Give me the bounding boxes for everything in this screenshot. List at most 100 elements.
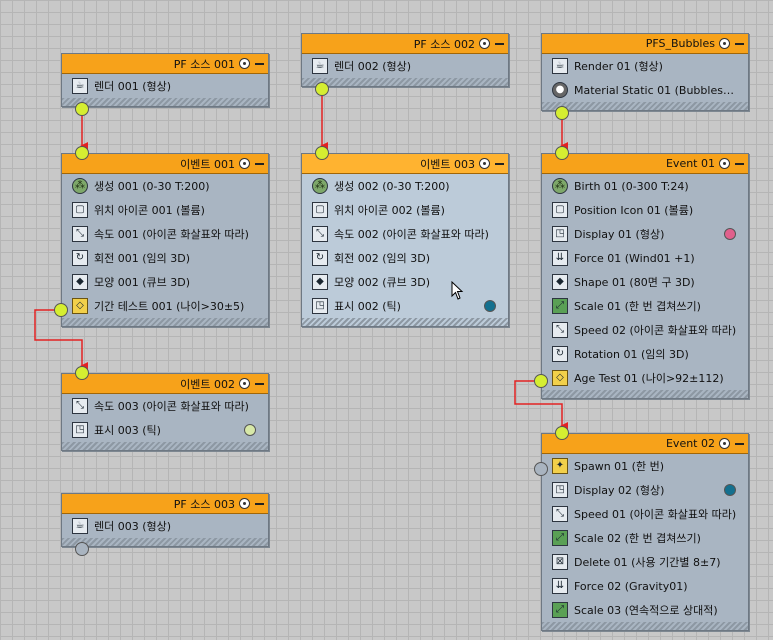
operator-row[interactable]: ◆ Shape 01 (80면 구 3D): [542, 270, 748, 294]
lightbulb-icon[interactable]: [719, 438, 730, 449]
node-header[interactable]: Event 02: [542, 434, 748, 454]
collapse-icon[interactable]: [495, 42, 504, 45]
node-resize-bar[interactable]: [62, 318, 268, 326]
node-event-002[interactable]: 이벤트 002 ⤡ 속도 003 (아이콘 화살표와 따라) ◳ 표시 003 (틱…: [61, 373, 269, 451]
display-color-swatch[interactable]: [724, 228, 736, 240]
lightbulb-icon[interactable]: [719, 38, 730, 49]
operator-label: Speed 01 (아이콘 화살표와 따라): [574, 508, 737, 521]
node-event-02[interactable]: Event 02 ✦ Spawn 01 (한 번) ◳ Display 02 (형상…: [541, 433, 749, 631]
operator-row[interactable]: ⁂ Birth 01 (0-300 T:24): [542, 174, 748, 198]
operator-row[interactable]: ⁂ 생성 002 (0-30 T:200): [302, 174, 508, 198]
lightbulb-icon[interactable]: [239, 58, 250, 69]
node-pfs-bubbles[interactable]: PFS_Bubbles ☕ Render 01 (형상) ● Material …: [541, 33, 749, 111]
input-port[interactable]: [75, 146, 89, 160]
display-color-swatch[interactable]: [484, 300, 496, 312]
input-port[interactable]: [555, 146, 569, 160]
operator-row[interactable]: ☕ 렌더 003 (형상): [62, 514, 268, 538]
operator-label: 렌더 001 (형상): [94, 80, 172, 93]
operator-row[interactable]: ↻ 회전 002 (임의 3D): [302, 246, 508, 270]
operator-row[interactable]: ◆ 모양 001 (큐브 3D): [62, 270, 268, 294]
node-pf-source-001[interactable]: PF 소스 001 ☕ 렌더 001 (형상): [61, 53, 269, 107]
display-color-swatch[interactable]: [724, 484, 736, 496]
collapse-icon[interactable]: [735, 42, 744, 45]
output-port[interactable]: [315, 82, 329, 96]
node-resize-bar[interactable]: [542, 102, 748, 110]
operator-row[interactable]: ⤡ 속도 002 (아이콘 화살표와 따라): [302, 222, 508, 246]
operator-row[interactable]: ◇ 기간 테스트 001 (나이>30±5): [62, 294, 268, 318]
collapse-icon[interactable]: [735, 162, 744, 165]
node-resize-bar[interactable]: [542, 390, 748, 398]
operator-row[interactable]: ↻ Rotation 01 (임의 3D): [542, 342, 748, 366]
node-resize-bar[interactable]: [542, 622, 748, 630]
node-header[interactable]: 이벤트 003: [302, 154, 508, 174]
output-port[interactable]: [555, 106, 569, 120]
operator-row[interactable]: ✦ Spawn 01 (한 번): [542, 454, 748, 478]
operator-row[interactable]: ⊠ Delete 01 (사용 기간별 8±7): [542, 550, 748, 574]
input-port[interactable]: [75, 366, 89, 380]
operator-row[interactable]: ⤢ Scale 03 (연속적으로 상대적): [542, 598, 748, 622]
operator-row[interactable]: ⤡ Speed 01 (아이콘 화살표와 따라): [542, 502, 748, 526]
test-output-port[interactable]: [54, 303, 68, 317]
node-header[interactable]: 이벤트 001: [62, 154, 268, 174]
operator-row[interactable]: ⤢ Scale 01 (한 번 겹쳐쓰기): [542, 294, 748, 318]
operator-row[interactable]: ◳ 표시 002 (틱): [302, 294, 508, 318]
operator-row[interactable]: ⁂ 생성 001 (0-30 T:200): [62, 174, 268, 198]
node-resize-bar[interactable]: [62, 538, 268, 546]
output-port[interactable]: [75, 542, 89, 556]
node-pf-source-003[interactable]: PF 소스 003 ☕ 렌더 003 (형상): [61, 493, 269, 547]
collapse-icon[interactable]: [495, 162, 504, 165]
node-header[interactable]: PF 소스 001: [62, 54, 268, 74]
node-event-003[interactable]: 이벤트 003 ⁂ 생성 002 (0-30 T:200) ▢ 위치 아이콘 002…: [301, 153, 509, 327]
collapse-icon[interactable]: [255, 162, 264, 165]
collapse-icon[interactable]: [255, 382, 264, 385]
node-resize-bar[interactable]: [302, 318, 508, 326]
lightbulb-icon[interactable]: [479, 38, 490, 49]
node-header[interactable]: PF 소스 003: [62, 494, 268, 514]
operator-row[interactable]: ◳ 표시 003 (틱): [62, 418, 268, 442]
operator-row[interactable]: ⤡ 속도 001 (아이콘 화살표와 따라): [62, 222, 268, 246]
operator-row[interactable]: ◆ 모양 002 (큐브 3D): [302, 270, 508, 294]
lightbulb-icon[interactable]: [719, 158, 730, 169]
shape-icon: ◆: [72, 274, 88, 290]
spawn-output-port[interactable]: [534, 462, 548, 476]
operator-row[interactable]: ⤡ 속도 003 (아이콘 화살표와 따라): [62, 394, 268, 418]
operator-row[interactable]: ⇊ Force 02 (Gravity01): [542, 574, 748, 598]
operator-row[interactable]: ☕ Render 01 (형상): [542, 54, 748, 78]
operator-row[interactable]: ◳ Display 01 (형상): [542, 222, 748, 246]
operator-row[interactable]: ⇊ Force 01 (Wind01 +1): [542, 246, 748, 270]
output-port[interactable]: [75, 102, 89, 116]
node-header[interactable]: PF 소스 002: [302, 34, 508, 54]
lightbulb-icon[interactable]: [479, 158, 490, 169]
operator-row[interactable]: ☕ 렌더 002 (형상): [302, 54, 508, 78]
node-event-01[interactable]: Event 01 ⁂ Birth 01 (0-300 T:24) ▢ Positio…: [541, 153, 749, 399]
operator-row[interactable]: ● Material Static 01 (BubblesShad…: [542, 78, 748, 102]
lightbulb-icon[interactable]: [239, 498, 250, 509]
node-header[interactable]: PFS_Bubbles: [542, 34, 748, 54]
display-color-swatch[interactable]: [244, 424, 256, 436]
test-output-port[interactable]: [534, 374, 548, 388]
operator-row[interactable]: ▢ 위치 아이콘 001 (볼륨): [62, 198, 268, 222]
collapse-icon[interactable]: [255, 502, 264, 505]
node-pf-source-002[interactable]: PF 소스 002 ☕ 렌더 002 (형상): [301, 33, 509, 87]
node-event-001[interactable]: 이벤트 001 ⁂ 생성 001 (0-30 T:200) ▢ 위치 아이콘 001…: [61, 153, 269, 327]
operator-row[interactable]: ⤢ Scale 02 (한 번 겹쳐쓰기): [542, 526, 748, 550]
collapse-icon[interactable]: [255, 62, 264, 65]
input-port[interactable]: [555, 426, 569, 440]
input-port[interactable]: [315, 146, 329, 160]
node-resize-bar[interactable]: [62, 98, 268, 106]
lightbulb-icon[interactable]: [239, 378, 250, 389]
node-header[interactable]: 이벤트 002: [62, 374, 268, 394]
node-header[interactable]: Event 01: [542, 154, 748, 174]
operator-row[interactable]: ▢ Position Icon 01 (볼륨): [542, 198, 748, 222]
operator-row[interactable]: ☕ 렌더 001 (형상): [62, 74, 268, 98]
operator-row[interactable]: ⤡ Speed 02 (아이콘 화살표와 따라): [542, 318, 748, 342]
operator-row[interactable]: ↻ 회전 001 (임의 3D): [62, 246, 268, 270]
node-resize-bar[interactable]: [62, 442, 268, 450]
collapse-icon[interactable]: [735, 442, 744, 445]
operator-row[interactable]: ◇ Age Test 01 (나이>92±112): [542, 366, 748, 390]
operator-row[interactable]: ▢ 위치 아이콘 002 (볼륨): [302, 198, 508, 222]
lightbulb-icon[interactable]: [239, 158, 250, 169]
node-resize-bar[interactable]: [302, 78, 508, 86]
birth-icon: ⁂: [72, 178, 88, 194]
operator-row[interactable]: ◳ Display 02 (형상): [542, 478, 748, 502]
